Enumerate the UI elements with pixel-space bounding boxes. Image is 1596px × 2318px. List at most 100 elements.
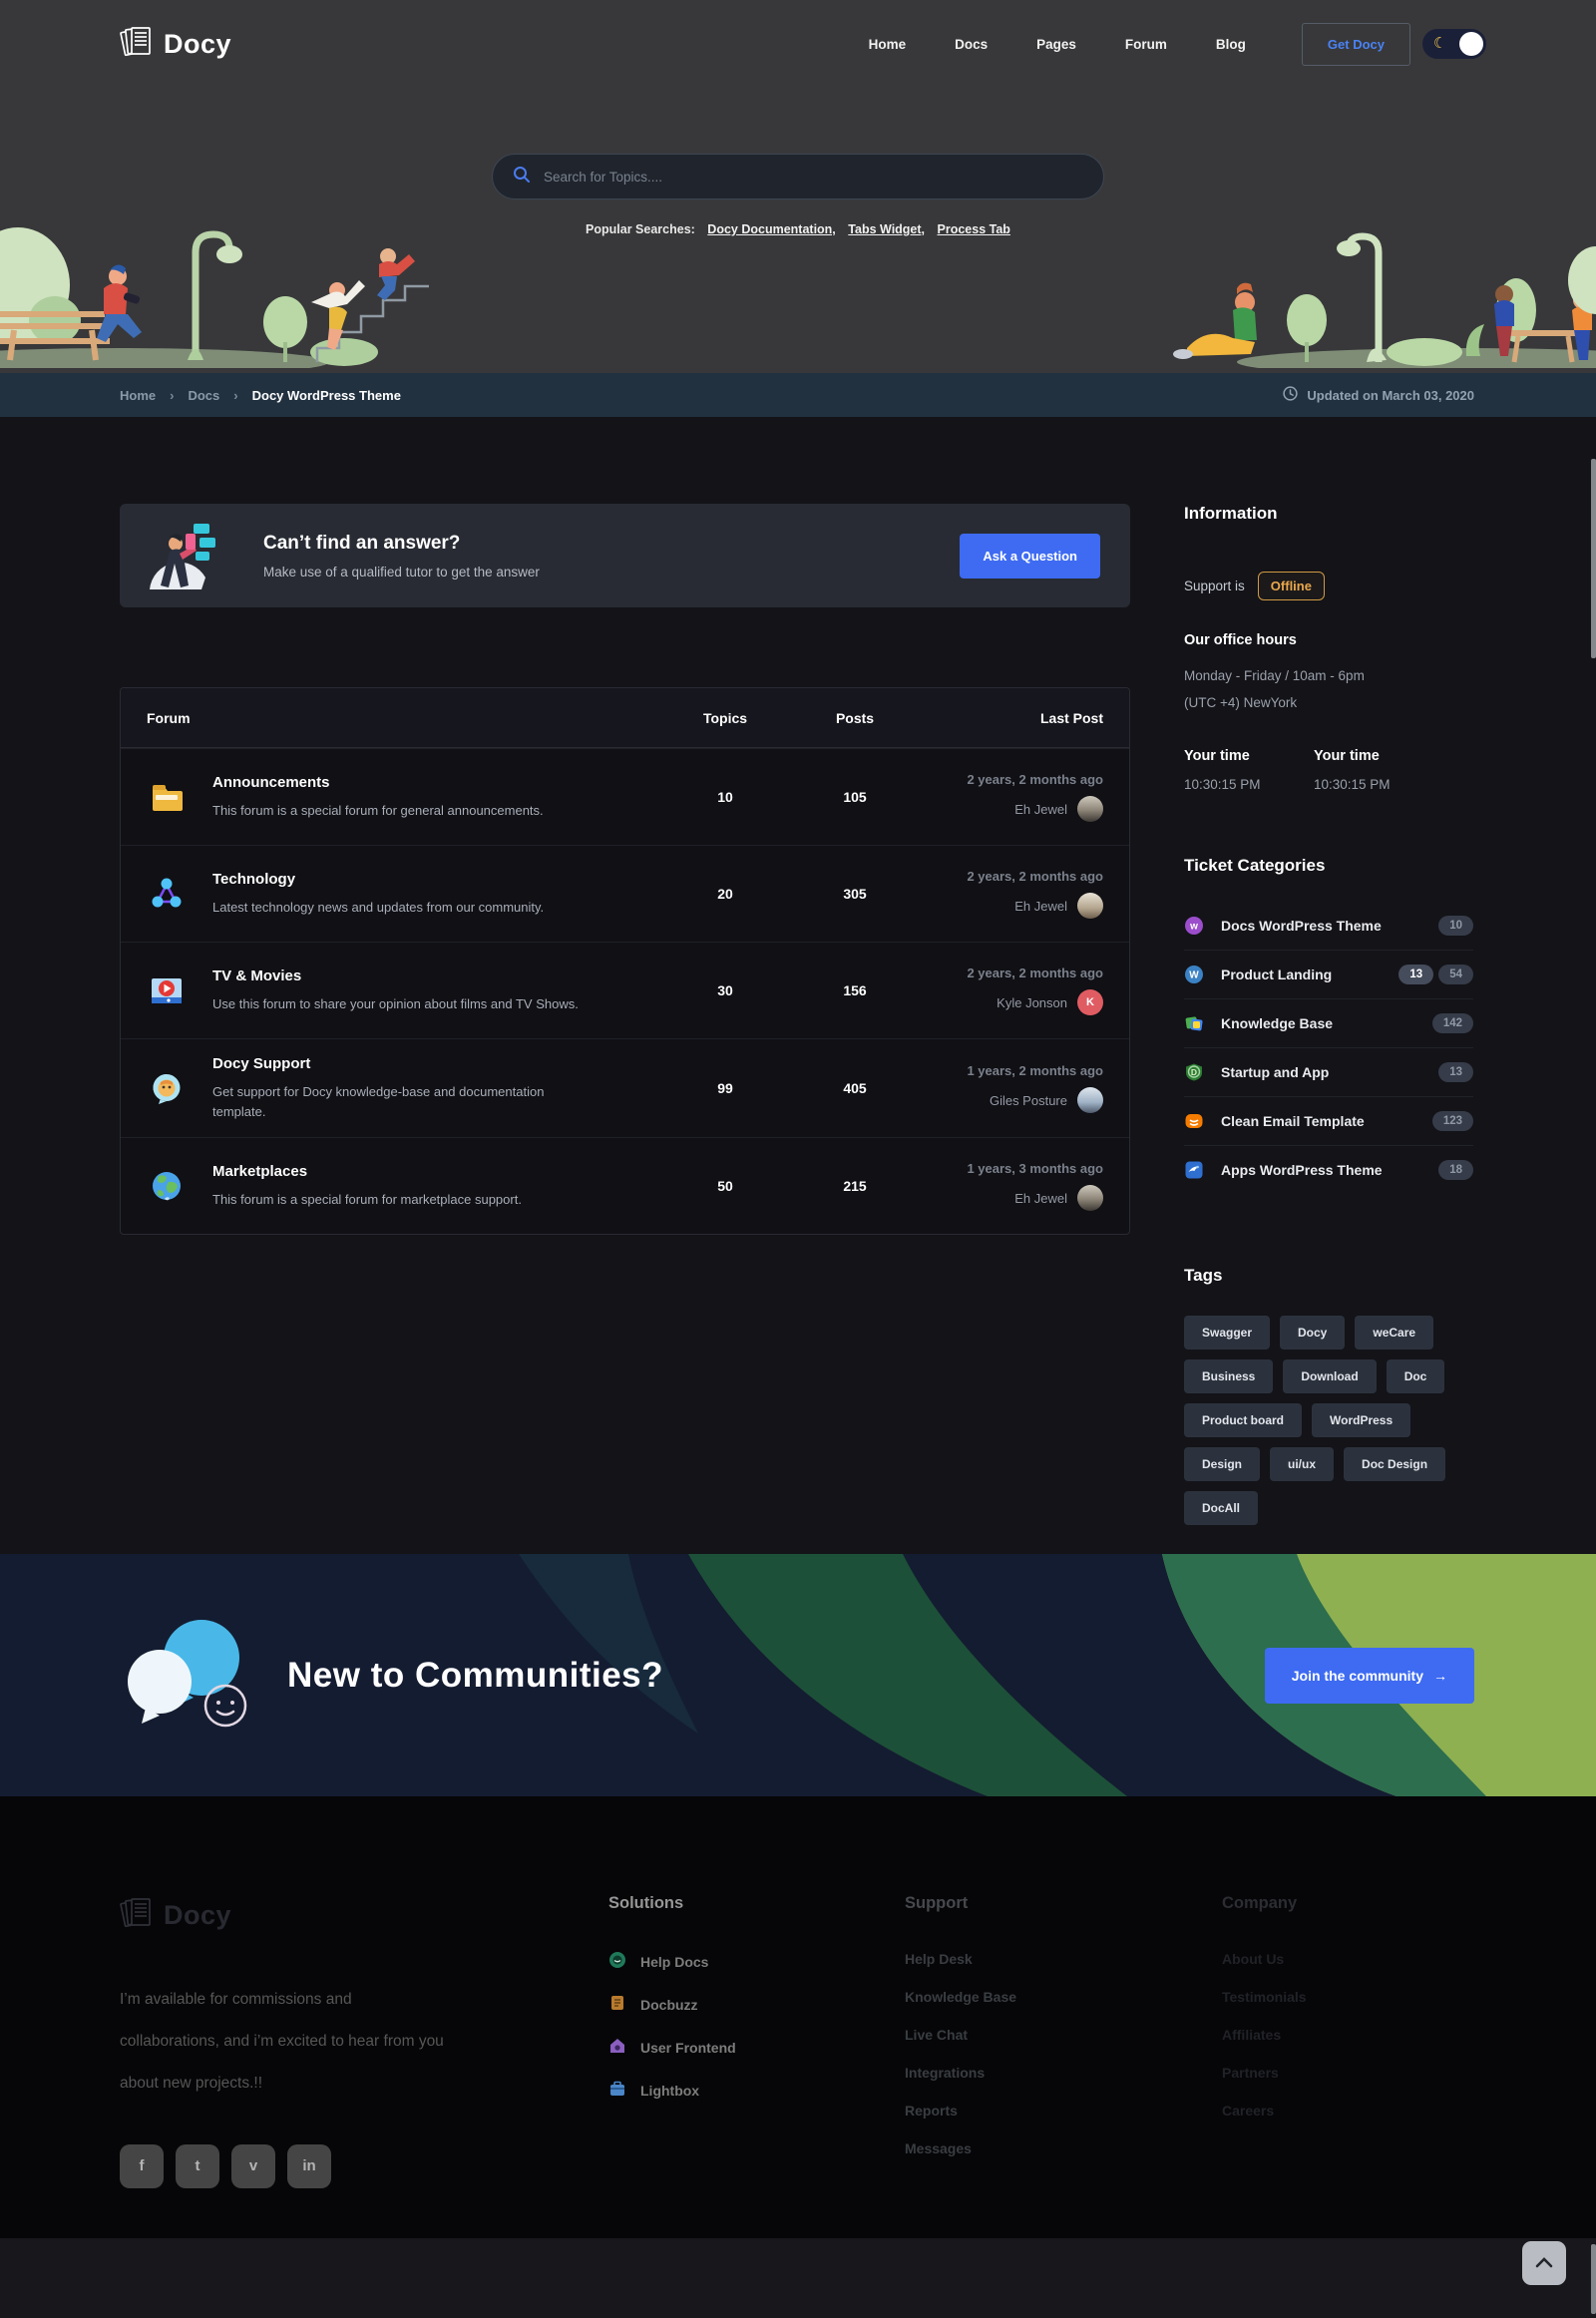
search-input[interactable] xyxy=(544,170,1083,185)
author-name[interactable]: Giles Posture xyxy=(990,1093,1067,1108)
avatar[interactable]: K xyxy=(1077,989,1103,1015)
footer-link-help-desk[interactable]: Help Desk xyxy=(905,1951,1104,1967)
forum-table-header: Forum Topics Posts Last Post xyxy=(121,688,1129,748)
footer-link-user-frontend[interactable]: User Frontend xyxy=(608,2037,788,2058)
popular-link-tabs-widget[interactable]: Tabs Widget, xyxy=(848,222,925,236)
author-name[interactable]: Eh Jewel xyxy=(1014,1191,1067,1206)
author-name[interactable]: Eh Jewel xyxy=(1014,899,1067,914)
tag-doc-design[interactable]: Doc Design xyxy=(1344,1447,1445,1481)
author-name[interactable]: Eh Jewel xyxy=(1014,802,1067,817)
forum-row-technology[interactable]: Technology Latest technology news and up… xyxy=(121,845,1129,942)
forum-title[interactable]: TV & Movies xyxy=(212,967,579,984)
last-post-author: Eh Jewel xyxy=(1014,1185,1103,1211)
category-startup-and-app[interactable]: D Startup and App 13 xyxy=(1184,1048,1473,1097)
docy-forum-page: Docy Home Docs Pages Forum Blog Get Docy… xyxy=(0,0,1596,2318)
dark-mode-toggle[interactable]: ☾ xyxy=(1422,29,1486,59)
category-clean-email-template[interactable]: Clean Email Template 123 xyxy=(1184,1097,1473,1146)
nav-home[interactable]: Home xyxy=(869,37,907,52)
last-post-cell: 1 years, 2 months ago Giles Posture xyxy=(915,1063,1129,1113)
join-community-button[interactable]: Join the community → xyxy=(1265,1648,1474,1704)
popular-link-docy-documentation[interactable]: Docy Documentation, xyxy=(707,222,836,236)
category-label: Startup and App xyxy=(1221,1064,1438,1080)
forum-row-text: Docy Support Get support for Docy knowle… xyxy=(212,1055,592,1121)
footer-link-affiliates[interactable]: Affiliates xyxy=(1222,2027,1307,2043)
ask-a-question-button[interactable]: Ask a Question xyxy=(960,534,1100,579)
avatar[interactable] xyxy=(1077,893,1103,919)
footer-docy-logo[interactable]: Docy xyxy=(120,1894,449,1937)
category-docs-wordpress-theme[interactable]: w Docs WordPress Theme 10 xyxy=(1184,902,1473,951)
tag-doc[interactable]: Doc xyxy=(1387,1359,1445,1393)
toggle-knob xyxy=(1459,32,1483,56)
popular-link-process-tab[interactable]: Process Tab xyxy=(938,222,1010,236)
forum-title[interactable]: Technology xyxy=(212,871,544,888)
forum-title[interactable]: Announcements xyxy=(212,774,544,791)
tag-docy[interactable]: Docy xyxy=(1280,1316,1345,1350)
footer-link-lightbox[interactable]: Lightbox xyxy=(608,2080,788,2101)
tag-wecare[interactable]: weCare xyxy=(1355,1316,1433,1350)
footer-link-help-docs[interactable]: Help Docs xyxy=(608,1951,788,1972)
scroll-to-top-button[interactable] xyxy=(1522,2241,1566,2285)
avatar[interactable] xyxy=(1077,1185,1103,1211)
vimeo-icon[interactable]: v xyxy=(231,2144,275,2188)
author-name[interactable]: Kyle Jonson xyxy=(997,995,1067,1010)
docy-logo-icon xyxy=(120,23,156,66)
avatar[interactable] xyxy=(1077,796,1103,822)
footer-link-careers[interactable]: Careers xyxy=(1222,2103,1307,2119)
footer-link-testimonials[interactable]: Testimonials xyxy=(1222,1989,1307,2005)
sidebar: Information Support is Offline Our offic… xyxy=(1184,504,1473,1554)
footer-link-partners[interactable]: Partners xyxy=(1222,2065,1307,2081)
tag-download[interactable]: Download xyxy=(1283,1359,1376,1393)
footer-link-reports[interactable]: Reports xyxy=(905,2103,1104,2119)
forum-row-announcements[interactable]: Announcements This forum is a special fo… xyxy=(121,748,1129,845)
footer-link-knowledge-base[interactable]: Knowledge Base xyxy=(905,1989,1104,2005)
footer-link-live-chat[interactable]: Live Chat xyxy=(905,2027,1104,2043)
category-knowledge-base[interactable]: Knowledge Base 142 xyxy=(1184,999,1473,1048)
updated-text: Updated on March 03, 2020 xyxy=(1307,388,1474,403)
docy-logo[interactable]: Docy xyxy=(120,23,231,66)
footer-about-text: I’m available for commissions and collab… xyxy=(120,1979,449,2105)
updated-info: Updated on March 03, 2020 xyxy=(1283,386,1474,404)
forum-row-marketplaces[interactable]: Marketplaces This forum is a special for… xyxy=(121,1137,1129,1234)
category-count-badge: 13 xyxy=(1438,1062,1473,1082)
category-count-badge: 18 xyxy=(1438,1160,1473,1180)
tag-swagger[interactable]: Swagger xyxy=(1184,1316,1270,1350)
scrollbar-thumb[interactable] xyxy=(1591,459,1596,658)
tag-product-board[interactable]: Product board xyxy=(1184,1403,1302,1437)
footer-link-messages[interactable]: Messages xyxy=(905,2140,1104,2156)
forum-row-docy-support[interactable]: Docy Support Get support for Docy knowle… xyxy=(121,1038,1129,1137)
ticket-categories-list: w Docs WordPress Theme 10 W Product Land… xyxy=(1184,902,1473,1194)
nav-forum[interactable]: Forum xyxy=(1125,37,1167,52)
moon-icon: ☾ xyxy=(1433,34,1446,54)
tag-uiux[interactable]: ui/ux xyxy=(1270,1447,1334,1481)
twitter-icon[interactable]: t xyxy=(176,2144,219,2188)
nav-docs[interactable]: Docs xyxy=(955,37,988,52)
get-docy-button[interactable]: Get Docy xyxy=(1302,23,1410,66)
forum-row-tv-movies[interactable]: TV & Movies Use this forum to share your… xyxy=(121,942,1129,1038)
avatar[interactable] xyxy=(1077,1087,1103,1113)
breadcrumb-docs[interactable]: Docs xyxy=(188,388,219,403)
tag-design[interactable]: Design xyxy=(1184,1447,1260,1481)
nav-pages[interactable]: Pages xyxy=(1036,37,1076,52)
tag-docall[interactable]: DocAll xyxy=(1184,1491,1258,1525)
your-time-value: 10:30:15 PM xyxy=(1184,777,1314,792)
linkedin-icon[interactable]: in xyxy=(287,2144,331,2188)
tag-wordpress[interactable]: WordPress xyxy=(1312,1403,1410,1437)
scrollbar-thumb[interactable] xyxy=(1591,2244,1596,2314)
footer-link-about-us[interactable]: About Us xyxy=(1222,1951,1307,1967)
globe-icon xyxy=(147,1166,187,1206)
footer-link-docbuzz[interactable]: Docbuzz xyxy=(608,1994,788,2015)
breadcrumb-home[interactable]: Home xyxy=(120,388,156,403)
category-product-landing[interactable]: W Product Landing 13 54 xyxy=(1184,951,1473,999)
footer-link-integrations[interactable]: Integrations xyxy=(905,2065,1104,2081)
facebook-icon[interactable]: f xyxy=(120,2144,164,2188)
nav-blog[interactable]: Blog xyxy=(1216,37,1246,52)
tag-business[interactable]: Business xyxy=(1184,1359,1273,1393)
category-apps-wordpress-theme[interactable]: Apps WordPress Theme 18 xyxy=(1184,1146,1473,1194)
share-network-icon xyxy=(147,874,187,914)
footer-company-column: Company About Us Testimonials Affiliates… xyxy=(1222,1894,1307,2238)
search-bar[interactable] xyxy=(492,154,1104,199)
svg-text:w: w xyxy=(1189,922,1198,933)
forum-title[interactable]: Marketplaces xyxy=(212,1163,522,1180)
banner-text: Can’t find an answer? Make use of a qual… xyxy=(263,533,540,580)
forum-title[interactable]: Docy Support xyxy=(212,1055,592,1072)
